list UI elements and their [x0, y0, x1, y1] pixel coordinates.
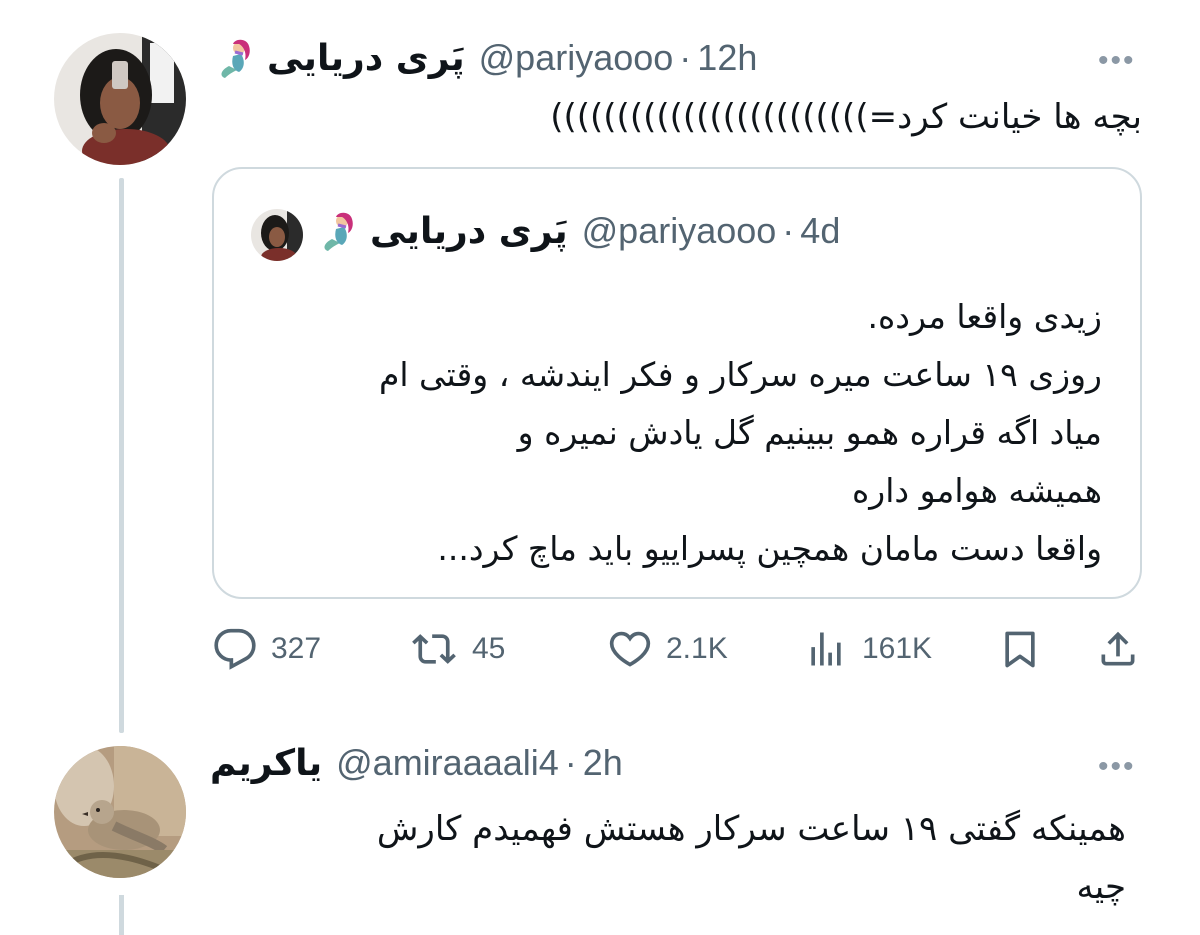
tweet-text: بچه ها خیانت کرد=)))))))))))))))))))))))… — [550, 97, 1142, 137]
reply-tweet-text: همینکه گفتی ۱۹ ساعت سرکار هستش فهمیدم کا… — [377, 800, 1126, 916]
reply-author-handle[interactable]: @amiraaaali4 — [336, 742, 559, 784]
reply-text-line: همینکه گفتی ۱۹ ساعت سرکار هستش فهمیدم کا… — [376, 809, 1126, 849]
retweet-button[interactable]: 45 — [410, 627, 505, 671]
reply-author-name[interactable]: یاکریم — [210, 743, 322, 784]
quoted-text-line: میاد اگه قراره همو ببینیم گل یادش نمیره … — [517, 413, 1102, 452]
more-options-icon[interactable]: ••• — [1098, 46, 1136, 76]
quoted-tweet-header: پَری دریایی @pariyaooo · 4d — [318, 209, 840, 253]
like-button[interactable]: 2.1K — [608, 627, 728, 671]
mermaid-emoji-icon — [221, 39, 250, 78]
reply-count: 327 — [271, 632, 322, 665]
avatar-image — [54, 33, 186, 165]
quoted-text-line: واقعا دست مامان همچین پسراییو باید ماچ ک… — [437, 529, 1102, 568]
quoted-tweet-text: زیدی واقعا مرده. روزی ۱۹ ساعت میره سرکار… — [379, 288, 1102, 578]
retweet-icon — [412, 634, 456, 664]
quoted-tweet-timestamp: 4d — [800, 210, 841, 251]
quoted-avatar — [251, 209, 303, 261]
views-button[interactable]: 161K — [804, 627, 932, 671]
reply-button[interactable]: 327 — [213, 627, 321, 671]
tweet-timestamp[interactable]: 12h — [697, 37, 757, 79]
share-button[interactable] — [1096, 627, 1154, 671]
views-count: 161K — [862, 632, 933, 665]
retweet-count: 45 — [472, 632, 506, 665]
reply-text-line: چیه — [1076, 867, 1126, 907]
mermaid-emoji-icon — [324, 212, 353, 251]
separator-dot: · — [564, 742, 577, 783]
more-options-icon[interactable]: ••• — [1098, 752, 1136, 782]
share-icon — [1101, 631, 1135, 666]
quoted-text-line: زیدی واقعا مرده. — [867, 297, 1102, 336]
quoted-author-handle: @pariyaooo — [581, 210, 777, 251]
like-icon — [609, 631, 651, 667]
reply-avatar[interactable] — [54, 746, 186, 878]
quoted-avatar-image — [251, 209, 303, 261]
reply-avatar-image — [54, 746, 186, 878]
avatar[interactable] — [54, 33, 186, 165]
reply-tweet-header: یاکریم @amiraaaali4 · 2h — [210, 742, 623, 784]
separator-dot: · — [679, 37, 692, 78]
like-count: 2.1K — [666, 632, 728, 665]
bookmark-icon — [1005, 631, 1035, 668]
bookmark-button[interactable] — [998, 627, 1056, 671]
views-icon — [811, 632, 841, 666]
reply-icon — [214, 628, 256, 670]
tweet-header: پَری دریایی @pariyaooo · 12h — [215, 36, 757, 80]
reply-tweet-timestamp[interactable]: 2h — [583, 742, 623, 784]
thread-connector-line-bottom — [119, 895, 124, 935]
author-handle[interactable]: @pariyaooo — [479, 37, 674, 79]
thread-connector-line — [119, 178, 124, 733]
quoted-author-name: پَری دریایی — [370, 210, 568, 252]
separator-dot: · — [782, 210, 795, 251]
quoted-text-line: روزی ۱۹ ساعت میره سرکار و فکر ایندشه ، و… — [378, 355, 1102, 394]
quoted-text-line: همیشه هوامو داره — [852, 471, 1102, 510]
author-name[interactable]: پَری دریایی — [267, 38, 465, 79]
